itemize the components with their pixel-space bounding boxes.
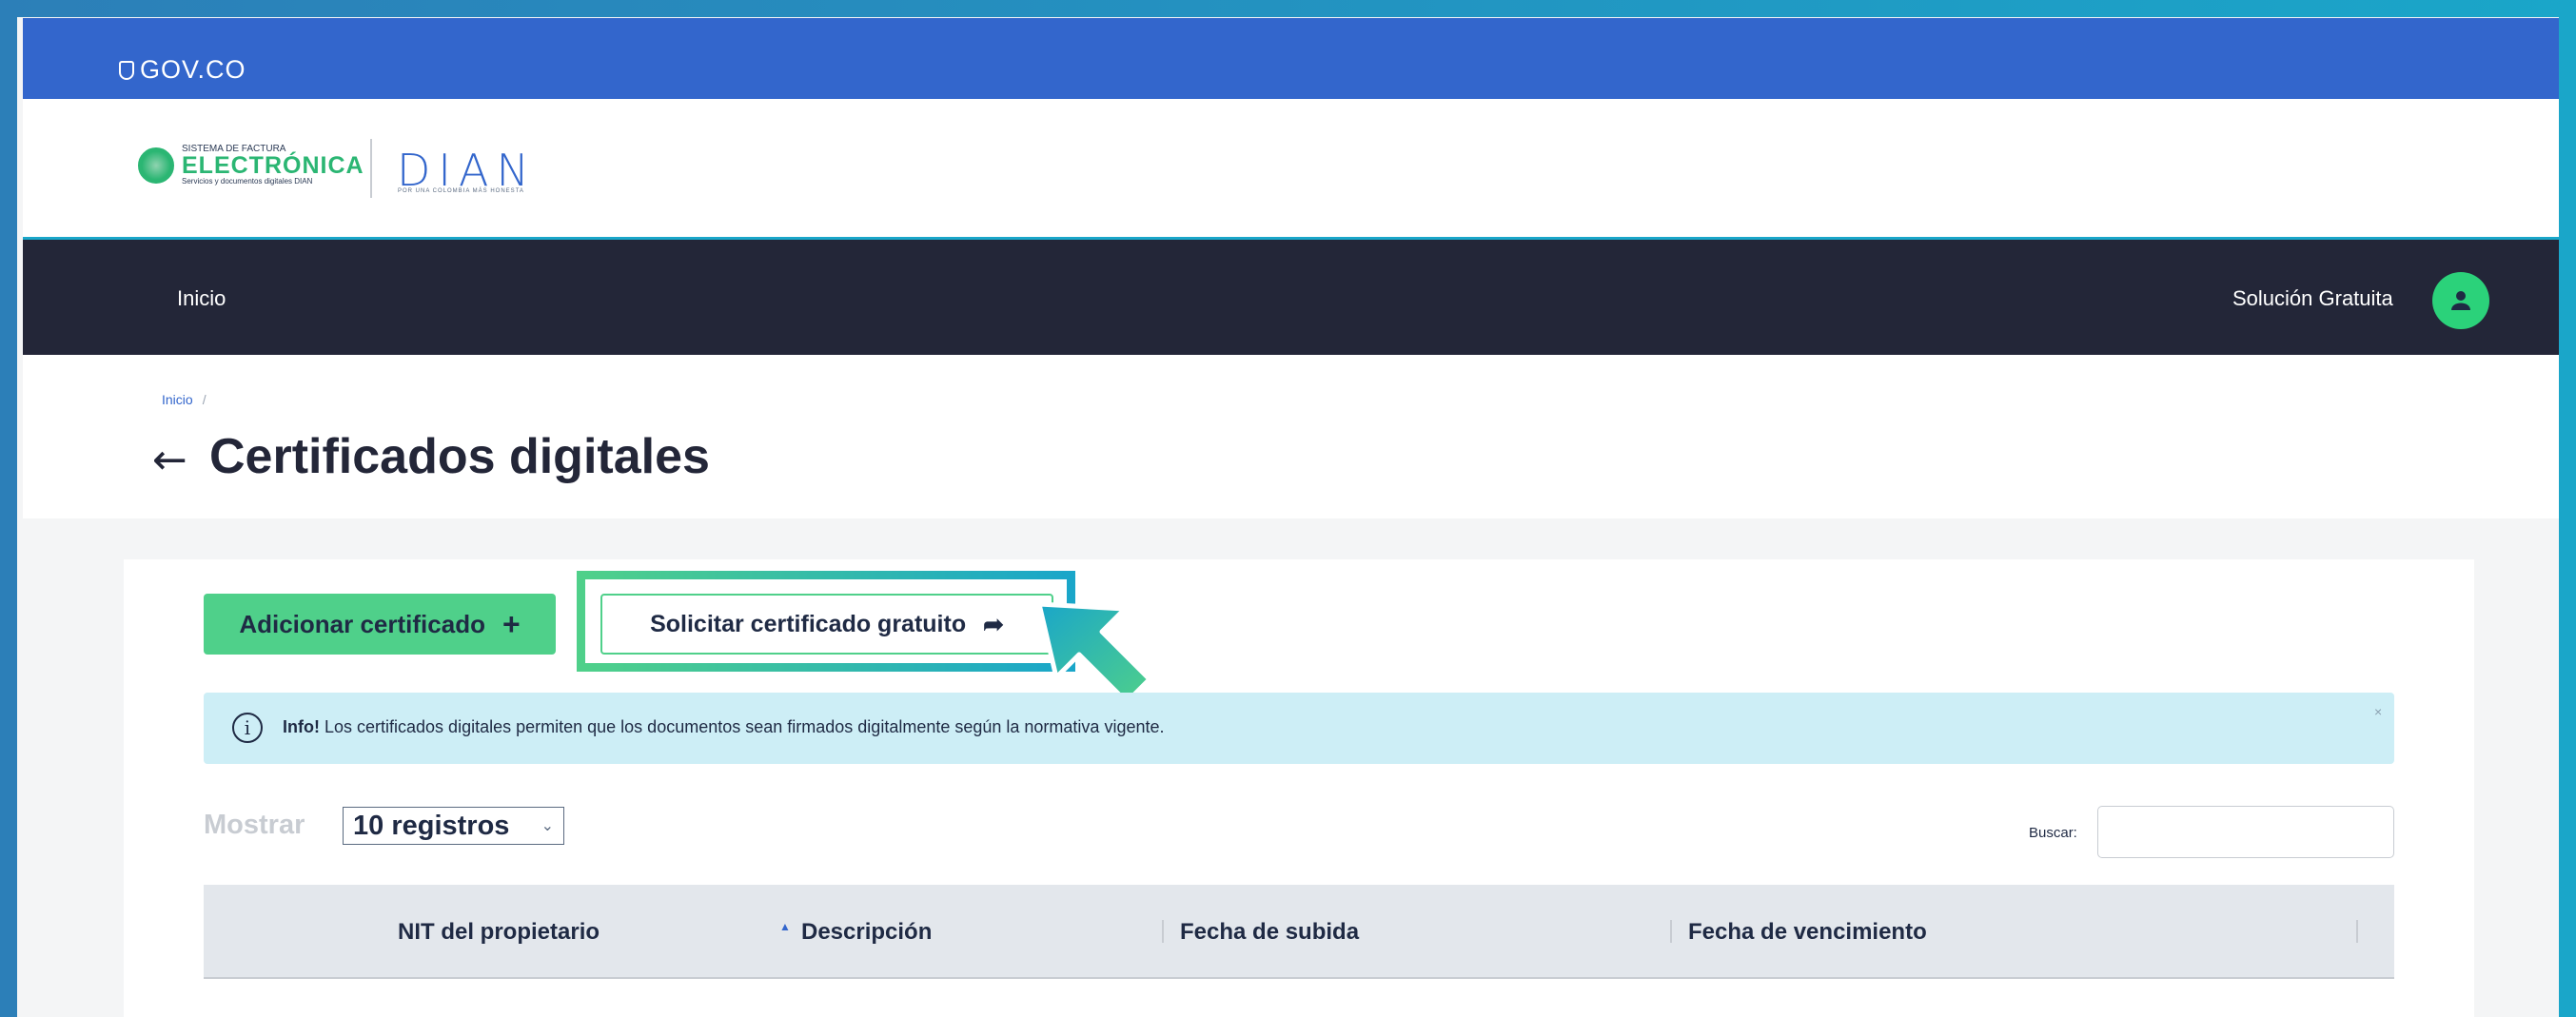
user-avatar[interactable] (2432, 272, 2489, 329)
column-divider (1162, 920, 1164, 943)
globe-icon (138, 147, 174, 184)
column-header-descripcion[interactable]: Descripción (801, 919, 932, 946)
chevron-down-icon: ⌄ (541, 818, 554, 834)
entries-select-value: 10 registros (353, 810, 510, 841)
breadcrumb-home[interactable]: Inicio (162, 392, 193, 407)
logo-divider (370, 139, 372, 198)
sfe-logo-text: SISTEMA DE FACTURA ELECTRÓNICA Servicios… (182, 145, 364, 186)
gov-logo[interactable]: GOV.CO (119, 55, 246, 85)
breadcrumb: Inicio / (162, 392, 206, 407)
info-prefix: Info! (283, 717, 320, 736)
nav-item-inicio[interactable]: Inicio (177, 286, 226, 311)
sort-asc-icon: ▲ (779, 920, 791, 933)
search-label: Buscar: (2029, 825, 2077, 841)
column-divider (1670, 920, 1672, 943)
page-title: Certificados digitales (209, 429, 710, 484)
gov-label: GOV.CO (140, 55, 246, 84)
info-icon: i (232, 713, 263, 743)
plus-icon: + (501, 606, 521, 641)
share-icon: ➦ (983, 609, 1004, 638)
nav-item-solucion-gratuita[interactable]: Solución Gratuita (2232, 286, 2393, 311)
column-header-nit[interactable]: NIT del propietario (398, 919, 600, 946)
add-certificate-label: Adicionar certificado (239, 609, 485, 638)
close-icon[interactable]: × (2374, 704, 2382, 719)
dian-tagline: POR UNA COLOMBIA MÁS HONESTA (398, 188, 524, 194)
main-nav (23, 240, 2559, 355)
column-header-fecha-vencimiento[interactable]: Fecha de vencimiento (1688, 919, 1927, 946)
gov-shield-icon (119, 60, 134, 80)
column-divider (2356, 920, 2358, 943)
sfe-line3: Servicios y documentos digitales DIAN (182, 177, 313, 186)
factura-electronica-logo[interactable]: SISTEMA DE FACTURA ELECTRÓNICA Servicios… (138, 145, 364, 186)
entries-select[interactable]: 10 registros ⌄ (343, 807, 564, 845)
arrow-left-icon[interactable]: ← (152, 436, 187, 484)
column-header-fecha-subida[interactable]: Fecha de subida (1180, 919, 1359, 946)
search-input[interactable] (2097, 806, 2394, 858)
show-entries-label: Mostrar (204, 810, 305, 840)
window-edge (2559, 17, 2576, 1017)
info-message: Info! Los certificados digitales permite… (283, 717, 1164, 737)
request-free-certificate-button[interactable]: Solicitar certificado gratuito ➦ (600, 594, 1053, 655)
breadcrumb-separator: / (202, 392, 206, 407)
gov-top-bar (23, 18, 2559, 99)
request-certificate-label: Solicitar certificado gratuito (650, 610, 967, 637)
add-certificate-button[interactable]: Adicionar certificado + (204, 594, 556, 655)
user-icon (2451, 291, 2470, 310)
sfe-line2: ELECTRÓNICA (182, 152, 364, 179)
info-body: Los certificados digitales permiten que … (324, 717, 1165, 736)
